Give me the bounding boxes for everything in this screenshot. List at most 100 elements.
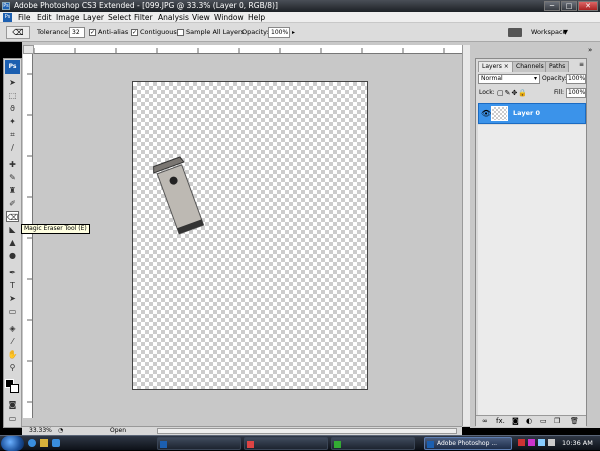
paint-bucket-tool-icon[interactable]: ◣ (6, 224, 19, 235)
ruler-ticks-vertical (27, 73, 32, 403)
minimize-button[interactable]: ─ (544, 1, 560, 11)
quick-mask-icon[interactable]: ◙ (6, 399, 19, 410)
menu-view[interactable]: View (192, 12, 210, 23)
new-layer-icon[interactable]: ❐ (554, 416, 560, 427)
ruler-vertical (23, 54, 33, 418)
new-group-icon[interactable]: ▭ (540, 416, 547, 427)
menu-select[interactable]: Select (108, 12, 131, 23)
vertical-scrollbar[interactable] (462, 45, 470, 426)
screen-mode-icon[interactable]: ▭ (6, 413, 19, 424)
brush-tool-icon[interactable]: ✎ (6, 172, 19, 183)
blur-tool-icon[interactable]: ▲ (6, 237, 19, 248)
tab-paths[interactable]: Paths (545, 61, 570, 72)
fill-input[interactable]: 100% (566, 88, 586, 98)
workspace-label[interactable]: Workspace (531, 23, 567, 42)
magic-eraser-tool-icon[interactable]: ⌫ (6, 211, 19, 222)
zoom-tool-icon[interactable]: ⚲ (6, 362, 19, 373)
link-layers-icon[interactable]: ∞ (482, 416, 488, 427)
menu-window[interactable]: Window (214, 12, 244, 23)
move-tool-icon[interactable]: ➤ (6, 77, 19, 88)
clock[interactable]: 10:36 AM (562, 437, 593, 449)
start-button[interactable] (1, 436, 24, 451)
horizontal-scrollbar[interactable] (157, 428, 457, 434)
sample-all-label: Sample All Layers (186, 28, 245, 36)
tab-channels[interactable]: Channels (512, 61, 548, 72)
menu-filter[interactable]: Filter (134, 12, 153, 23)
quicklaunch-desktop-icon[interactable] (52, 439, 60, 447)
document-info[interactable]: Open (110, 427, 126, 435)
background-color-swatch[interactable] (10, 384, 19, 393)
taskbar-item-1[interactable] (157, 437, 241, 450)
ruler-horizontal (34, 45, 462, 54)
ruler-corner (23, 45, 34, 54)
magic-wand-tool-icon[interactable]: ✦ (6, 116, 19, 127)
menu-layer[interactable]: Layer (83, 12, 104, 23)
panel-menu-icon[interactable]: ≡ (579, 61, 584, 68)
close-tab-icon[interactable]: × (504, 63, 509, 70)
delete-layer-icon[interactable]: 🗑 (570, 416, 579, 427)
lasso-tool-icon[interactable]: ϑ (6, 103, 19, 114)
firefox-icon (247, 441, 254, 448)
layer-row[interactable]: 👁 Layer 0 (478, 103, 586, 124)
antialias-checkbox[interactable]: ✓ (89, 29, 96, 36)
add-style-icon[interactable]: fx. (496, 416, 505, 427)
pen-tool-icon[interactable]: ✒ (6, 267, 19, 278)
dodge-tool-icon[interactable]: ● (6, 250, 19, 261)
layer-name[interactable]: Layer 0 (513, 109, 540, 117)
3d-tool-icon[interactable]: ◈ (6, 323, 19, 334)
menu-file[interactable]: File (18, 12, 31, 23)
menu-help[interactable]: Help (248, 12, 265, 23)
menu-edit[interactable]: Edit (37, 12, 52, 23)
contiguous-checkbox[interactable]: ✓ (131, 29, 138, 36)
lock-icons[interactable]: ▢✎✥🔒 (497, 88, 528, 98)
hand-tool-icon[interactable]: ✋ (6, 349, 19, 360)
layer-opacity-input[interactable]: 100% (566, 74, 586, 84)
shape-tool-icon[interactable]: ▭ (6, 306, 19, 317)
path-selection-tool-icon[interactable]: ➤ (6, 293, 19, 304)
volume-icon[interactable] (548, 439, 555, 446)
tool-preset-picker[interactable]: ⌫ (6, 26, 30, 39)
zoom-level[interactable]: 33.33% (29, 427, 52, 435)
sample-all-checkbox[interactable] (177, 29, 184, 36)
eyedropper-tool-icon[interactable]: ⁄ (6, 336, 19, 347)
tab-layers[interactable]: Layers × (478, 61, 513, 72)
type-tool-icon[interactable]: T (6, 280, 19, 291)
maximize-button[interactable]: □ (561, 1, 577, 11)
workspace-dropdown-icon[interactable]: ▼ (563, 23, 568, 42)
taskbar-item-2[interactable] (244, 437, 328, 450)
status-menu-icon[interactable]: ◔ (58, 427, 63, 435)
network-icon[interactable] (538, 439, 545, 446)
ps-menu-icon[interactable]: Ps (3, 13, 12, 22)
close-button[interactable]: ✕ (578, 1, 598, 11)
lock-label: Lock: (479, 89, 495, 96)
tab-layers-label: Layers (482, 63, 502, 70)
window-icon (334, 441, 341, 448)
marquee-tool-icon[interactable]: ⬚ (6, 90, 19, 101)
workspace-icon[interactable] (508, 28, 522, 37)
canvas[interactable] (132, 81, 368, 390)
menu-image[interactable]: Image (56, 12, 80, 23)
clone-stamp-tool-icon[interactable]: ♜ (6, 185, 19, 196)
slice-tool-icon[interactable]: ∕ (6, 142, 19, 153)
tolerance-input[interactable]: 32 (69, 27, 85, 38)
opacity-label: Opacity: (242, 28, 269, 36)
collapse-panels-icon[interactable]: » (588, 46, 592, 54)
status-bar: 33.33% ◔ Open (22, 426, 462, 435)
window-title: Adobe Photoshop CS3 Extended - [099.JPG … (14, 1, 278, 10)
taskbar-item-photoshop[interactable]: Adobe Photoshop ... (424, 437, 512, 450)
menu-analysis[interactable]: Analysis (158, 12, 189, 23)
tray-icon-1[interactable] (518, 439, 525, 446)
healing-brush-tool-icon[interactable]: ✚ (6, 159, 19, 170)
visibility-eye-icon[interactable]: 👁 (481, 109, 491, 118)
tray-icon-2[interactable] (528, 439, 535, 446)
taskbar-item-3[interactable] (331, 437, 415, 450)
add-mask-icon[interactable]: ◙ (512, 416, 519, 427)
crop-tool-icon[interactable]: ⌗ (6, 129, 19, 140)
adjustment-layer-icon[interactable]: ◐ (526, 416, 532, 427)
quicklaunch-ie-icon[interactable] (28, 439, 36, 447)
opacity-arrow-icon[interactable]: ▸ (292, 27, 295, 38)
history-brush-tool-icon[interactable]: ✐ (6, 198, 19, 209)
opacity-input[interactable]: 100% (268, 27, 290, 38)
blend-mode-select[interactable]: Normal ▾ (478, 74, 540, 84)
quicklaunch-folder-icon[interactable] (40, 439, 48, 447)
